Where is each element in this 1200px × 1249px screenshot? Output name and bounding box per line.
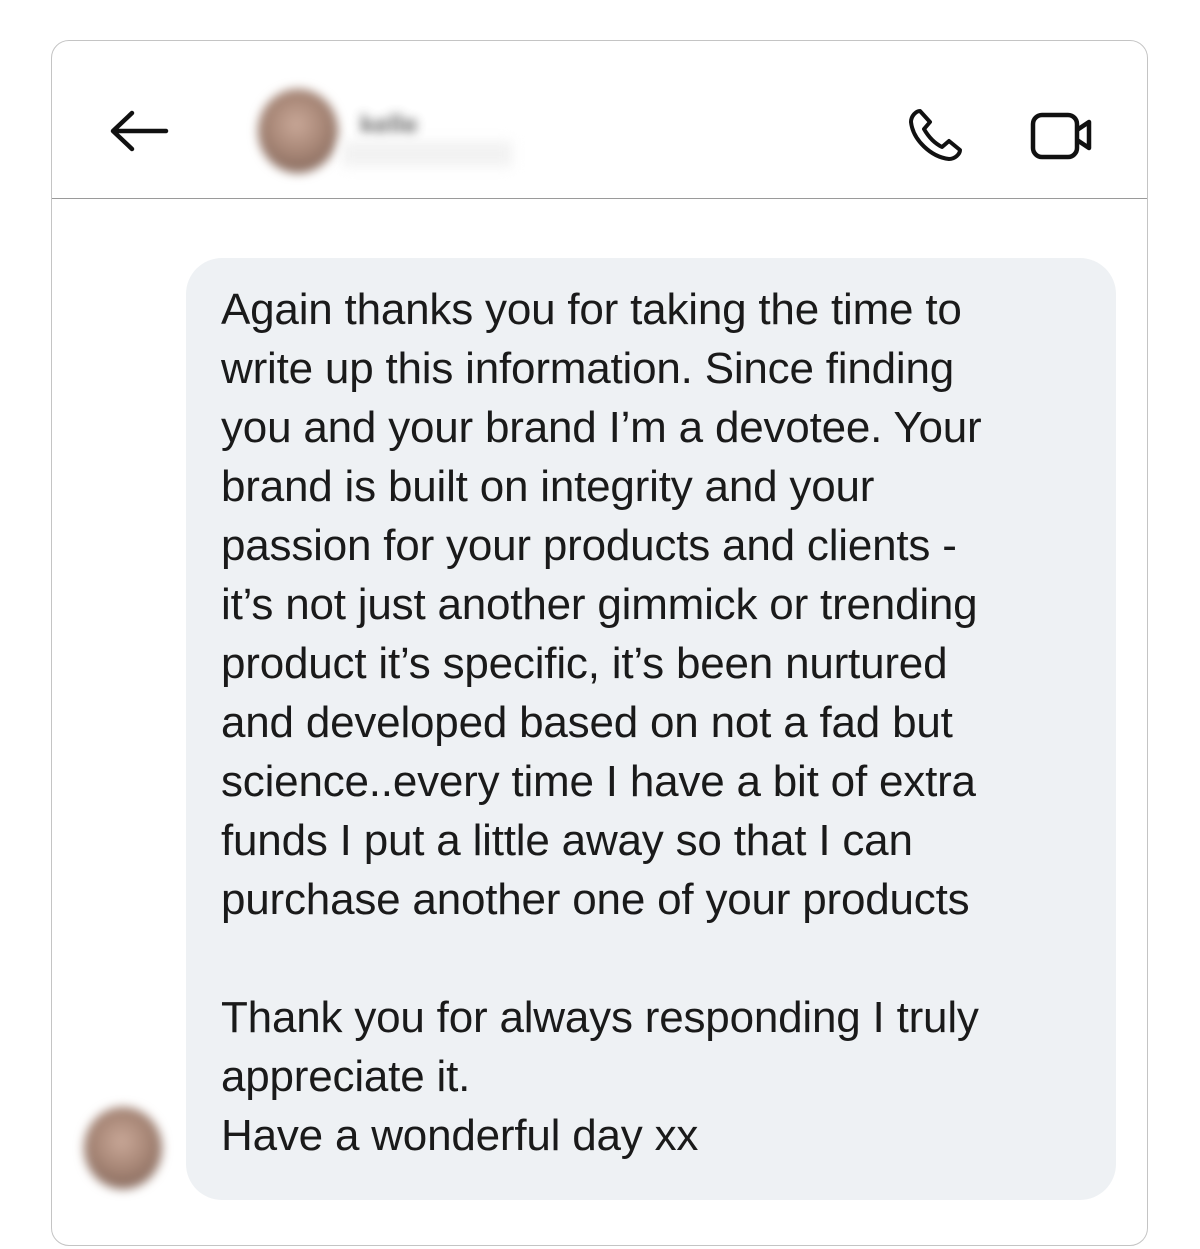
back-button[interactable]: [104, 101, 174, 161]
arrow-left-icon: [110, 110, 169, 152]
contact-status-blurred: [342, 141, 512, 167]
phone-icon: [909, 109, 962, 161]
sender-avatar[interactable]: [84, 1107, 162, 1189]
message-paragraph: Again thanks you for taking the time to …: [221, 285, 982, 924]
chat-window: kelle Again thanks you for taking the ti…: [51, 40, 1148, 1246]
voice-call-button[interactable]: [902, 103, 968, 167]
video-call-button[interactable]: [1027, 105, 1097, 165]
message-bubble: Again thanks you for taking the time to …: [186, 258, 1116, 1200]
contact-info[interactable]: kelle: [242, 81, 542, 191]
video-camera-icon: [1030, 112, 1092, 160]
message-paragraph: Thank you for always responding I truly …: [221, 993, 979, 1160]
contact-avatar: [258, 89, 338, 173]
contact-name: kelle: [360, 109, 418, 139]
chat-header: kelle: [52, 41, 1147, 199]
